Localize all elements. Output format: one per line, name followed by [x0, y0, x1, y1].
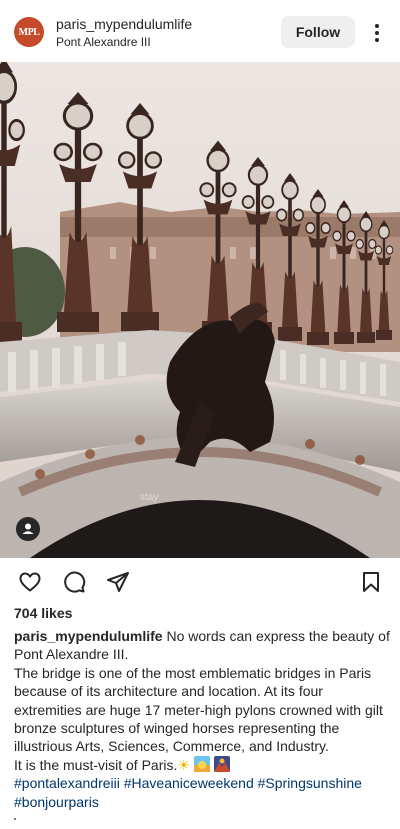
photo-watermark: stay	[140, 492, 158, 503]
sunset-emoji-icon	[213, 755, 230, 772]
hashtag-link[interactable]: #pontalexandreiii	[14, 775, 120, 791]
follow-button[interactable]: Follow	[281, 16, 355, 48]
hashtags: #pontalexandreiii #Haveaniceweekend #Spr…	[14, 774, 392, 811]
more-options-icon[interactable]	[366, 22, 388, 44]
send-icon[interactable]	[106, 570, 130, 594]
sun-emoji: ☀	[177, 756, 190, 773]
avatar[interactable]: MPL	[14, 17, 44, 47]
post-caption: paris_mypendulumlife No words can expres…	[14, 627, 392, 811]
likes-count[interactable]: 704 likes	[14, 605, 72, 621]
post-header: MPL paris_mypendulumlife Pont Alexandre …	[0, 0, 400, 62]
divider-dot	[14, 818, 16, 820]
hashtag-link[interactable]: #Springsunshine	[258, 775, 362, 791]
hashtag-link[interactable]: #Haveaniceweekend	[124, 775, 254, 791]
hashtag-link[interactable]: #bonjourparis	[14, 794, 99, 810]
avatar-logo-text: MPL	[18, 26, 40, 38]
heart-icon[interactable]	[18, 570, 42, 594]
sunrise-emoji-icon	[193, 755, 210, 772]
location-link[interactable]: Pont Alexandre III	[56, 35, 151, 49]
caption-closing: It is the must-visit of Paris.	[14, 756, 178, 773]
bookmark-icon[interactable]	[359, 570, 383, 594]
caption-body: The bridge is one of the most emblematic…	[14, 664, 383, 755]
comment-icon[interactable]	[62, 570, 86, 594]
user-tag-icon[interactable]	[16, 517, 40, 541]
username-link[interactable]: paris_mypendulumlife	[56, 16, 192, 32]
post-actions	[0, 566, 400, 598]
post-photo[interactable]: stay	[0, 62, 400, 558]
caption-username-link[interactable]: paris_mypendulumlife	[14, 628, 163, 644]
